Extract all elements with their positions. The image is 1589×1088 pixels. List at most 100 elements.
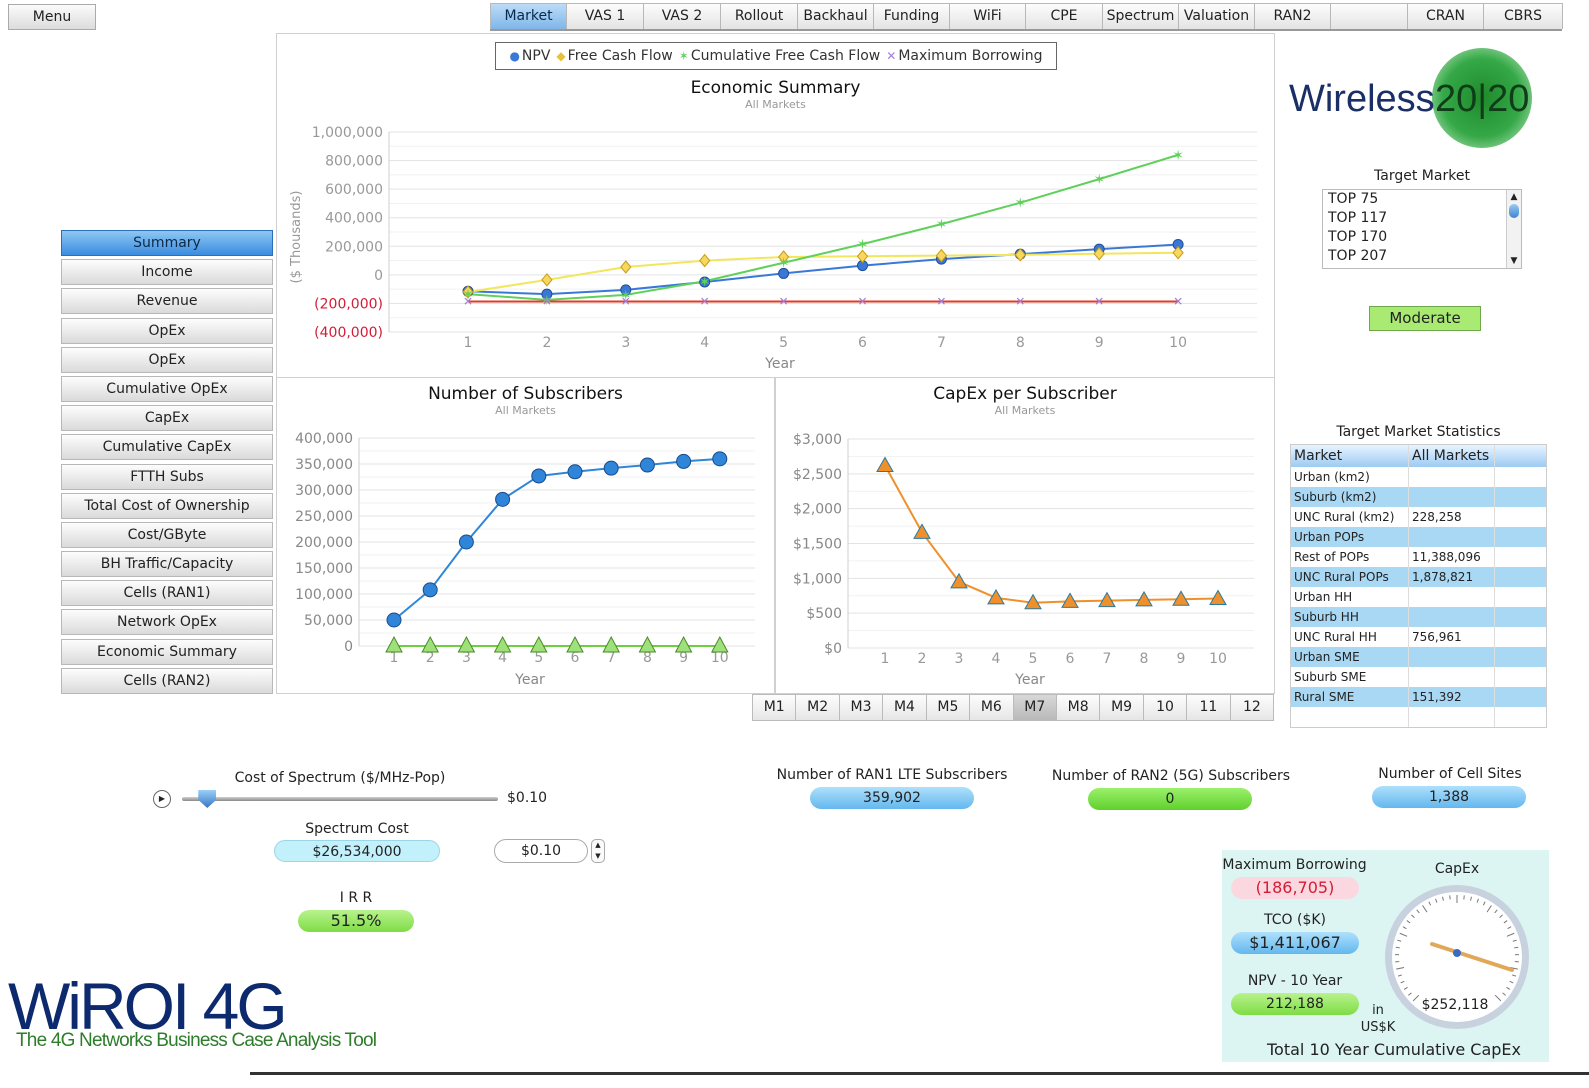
data-point [457, 635, 476, 653]
play-icon[interactable]: ▶ [153, 790, 171, 808]
month-tab-10[interactable]: 10 [1143, 694, 1188, 721]
stats-header-all-markets: All Markets [1409, 445, 1495, 467]
table-row: Urban (km2) [1291, 467, 1546, 487]
data-point: ✕ [463, 295, 473, 309]
month-tab-m7[interactable]: M7 [1013, 694, 1057, 721]
tab-ran2[interactable]: RAN2 [1255, 3, 1331, 29]
table-row: Suburb HH [1291, 607, 1546, 627]
moderate-button[interactable]: Moderate [1369, 306, 1481, 331]
tab-market[interactable]: Market [490, 3, 567, 29]
stats-cell-blank [1495, 667, 1546, 687]
nav-item-network-opex[interactable]: Network OpEx [61, 609, 273, 636]
target-market-option[interactable]: TOP 207 [1323, 247, 1521, 266]
data-point [386, 612, 402, 628]
nav-item-capex[interactable]: CapEx [61, 405, 273, 432]
tab-cran[interactable]: CRAN [1408, 3, 1484, 29]
spectrum-price-stepper[interactable]: ▲ ▼ [591, 839, 605, 863]
capex-footer-label: Total 10 Year Cumulative CapEx [1267, 1040, 1521, 1059]
tab-vas-2[interactable]: VAS 2 [644, 3, 721, 29]
target-market-label: Target Market [1374, 168, 1470, 184]
target-market-scrollbar[interactable]: ▲ ▼ [1506, 190, 1521, 268]
spectrum-cost-slider-label: Cost of Spectrum ($/MHz-Pop) [234, 770, 446, 786]
data-point [1209, 589, 1227, 606]
stats-cell-value: 228,258 [1409, 507, 1495, 527]
subscribers-chart: Number of Subscribers All Markets Year 4… [276, 378, 775, 694]
nav-item-ftth-subs[interactable]: FTTH Subs [61, 463, 273, 490]
data-point [495, 491, 511, 507]
month-tab-m6[interactable]: M6 [970, 694, 1014, 721]
month-tab-m1[interactable]: M1 [752, 694, 797, 721]
y-tick-label: 50,000 [304, 613, 353, 629]
menu-button[interactable]: Menu [8, 4, 96, 30]
stats-cell-market: Suburb HH [1291, 607, 1409, 627]
ran2-subscribers-label: Number of RAN2 (5G) Subscribers [1051, 768, 1291, 784]
month-tab-11[interactable]: 11 [1187, 694, 1231, 721]
nav-item-income[interactable]: Income [61, 259, 273, 286]
data-point [567, 464, 583, 480]
y-tick-label: $1,000 [793, 571, 842, 587]
month-tab-m8[interactable]: M8 [1056, 694, 1101, 721]
stats-cell-value [1409, 667, 1495, 687]
cell-sites-value: 1,388 [1372, 786, 1526, 808]
nav-item-cumulative-opex[interactable]: Cumulative OpEx [61, 375, 273, 402]
month-tab-m9[interactable]: M9 [1100, 694, 1144, 721]
target-market-option[interactable]: TOP 117 [1323, 209, 1521, 228]
series-line [467, 243, 1179, 296]
tab-backhaul[interactable]: Backhaul [798, 3, 874, 29]
month-tab-m2[interactable]: M2 [796, 694, 840, 721]
target-market-list[interactable]: TOP 75 TOP 117 TOP 170 TOP 207 ▲ ▼ [1322, 189, 1522, 269]
tab-wifi[interactable]: WiFi [950, 3, 1026, 29]
y-tick-label: 100,000 [295, 587, 353, 603]
nav-item-opex[interactable]: OpEx [61, 346, 273, 373]
target-market-option[interactable]: TOP 75 [1323, 190, 1521, 209]
scroll-up-icon[interactable]: ▲ [1507, 190, 1521, 204]
stats-header: Market All Markets [1291, 445, 1546, 467]
y-tick-label: 1,000,000 [312, 125, 383, 141]
tab-cbrs[interactable]: CBRS [1484, 3, 1563, 29]
nav-item-economic-summary[interactable]: Economic Summary [61, 638, 273, 665]
spectrum-price-input[interactable]: $0.10 [494, 839, 588, 863]
y-tick-label: $2,500 [793, 467, 842, 483]
x-axis-label: Year [514, 672, 545, 688]
stats-cell-market: Urban (km2) [1291, 467, 1409, 487]
nav-item-cells-ran1-[interactable]: Cells (RAN1) [61, 580, 273, 607]
target-market-option[interactable]: TOP 170 [1323, 228, 1521, 247]
tab-blank[interactable] [1331, 3, 1408, 29]
month-tab-m4[interactable]: M4 [883, 694, 927, 721]
table-row: UNC Rural HH 756,961 [1291, 627, 1546, 647]
spectrum-slider-thumb[interactable] [198, 790, 217, 808]
month-tab-12[interactable]: 12 [1230, 694, 1275, 721]
scroll-down-icon[interactable]: ▼ [1507, 254, 1521, 268]
nav-item-cells-ran2-[interactable]: Cells (RAN2) [61, 667, 273, 694]
data-point: ✕ [1173, 295, 1183, 309]
nav-item-summary[interactable]: Summary [61, 230, 273, 256]
month-tab-m3[interactable]: M3 [839, 694, 884, 721]
spectrum-slider-track[interactable] [182, 797, 498, 801]
scroll-thumb[interactable] [1509, 204, 1519, 218]
data-point [385, 635, 403, 653]
tab-spectrum[interactable]: Spectrum [1103, 3, 1179, 29]
stats-cell-value: 11,388,096 [1409, 547, 1495, 567]
tab-vas-1[interactable]: VAS 1 [567, 3, 644, 29]
tab-funding[interactable]: Funding [874, 3, 950, 29]
table-row: Urban SME [1291, 647, 1546, 667]
nav-item-total-cost-of-ownership[interactable]: Total Cost of Ownership [61, 492, 273, 519]
nav-item-cost-gbyte[interactable]: Cost/GByte [61, 521, 273, 548]
data-point: ✶ [699, 274, 711, 290]
tab-valuation[interactable]: Valuation [1179, 3, 1255, 29]
gauge-hub [1453, 949, 1461, 957]
stats-cell-market: Rural SME [1291, 687, 1409, 707]
nav-item-revenue[interactable]: Revenue [61, 288, 273, 315]
y-tick-label: $0 [824, 641, 842, 657]
tab-cpe[interactable]: CPE [1026, 3, 1103, 29]
x-tick-label: 5 [779, 335, 788, 351]
tab-rollout[interactable]: Rollout [721, 3, 798, 29]
nav-item-cumulative-capex[interactable]: Cumulative CapEx [61, 434, 273, 461]
nav-item-opex[interactable]: OpEx [61, 317, 273, 344]
data-point [987, 588, 1005, 605]
data-point [638, 635, 657, 653]
y-tick-label: 800,000 [325, 154, 383, 170]
series-line [884, 464, 1219, 604]
month-tab-m5[interactable]: M5 [926, 694, 971, 721]
nav-item-bh-traffic-capacity[interactable]: BH Traffic/Capacity [61, 551, 273, 578]
